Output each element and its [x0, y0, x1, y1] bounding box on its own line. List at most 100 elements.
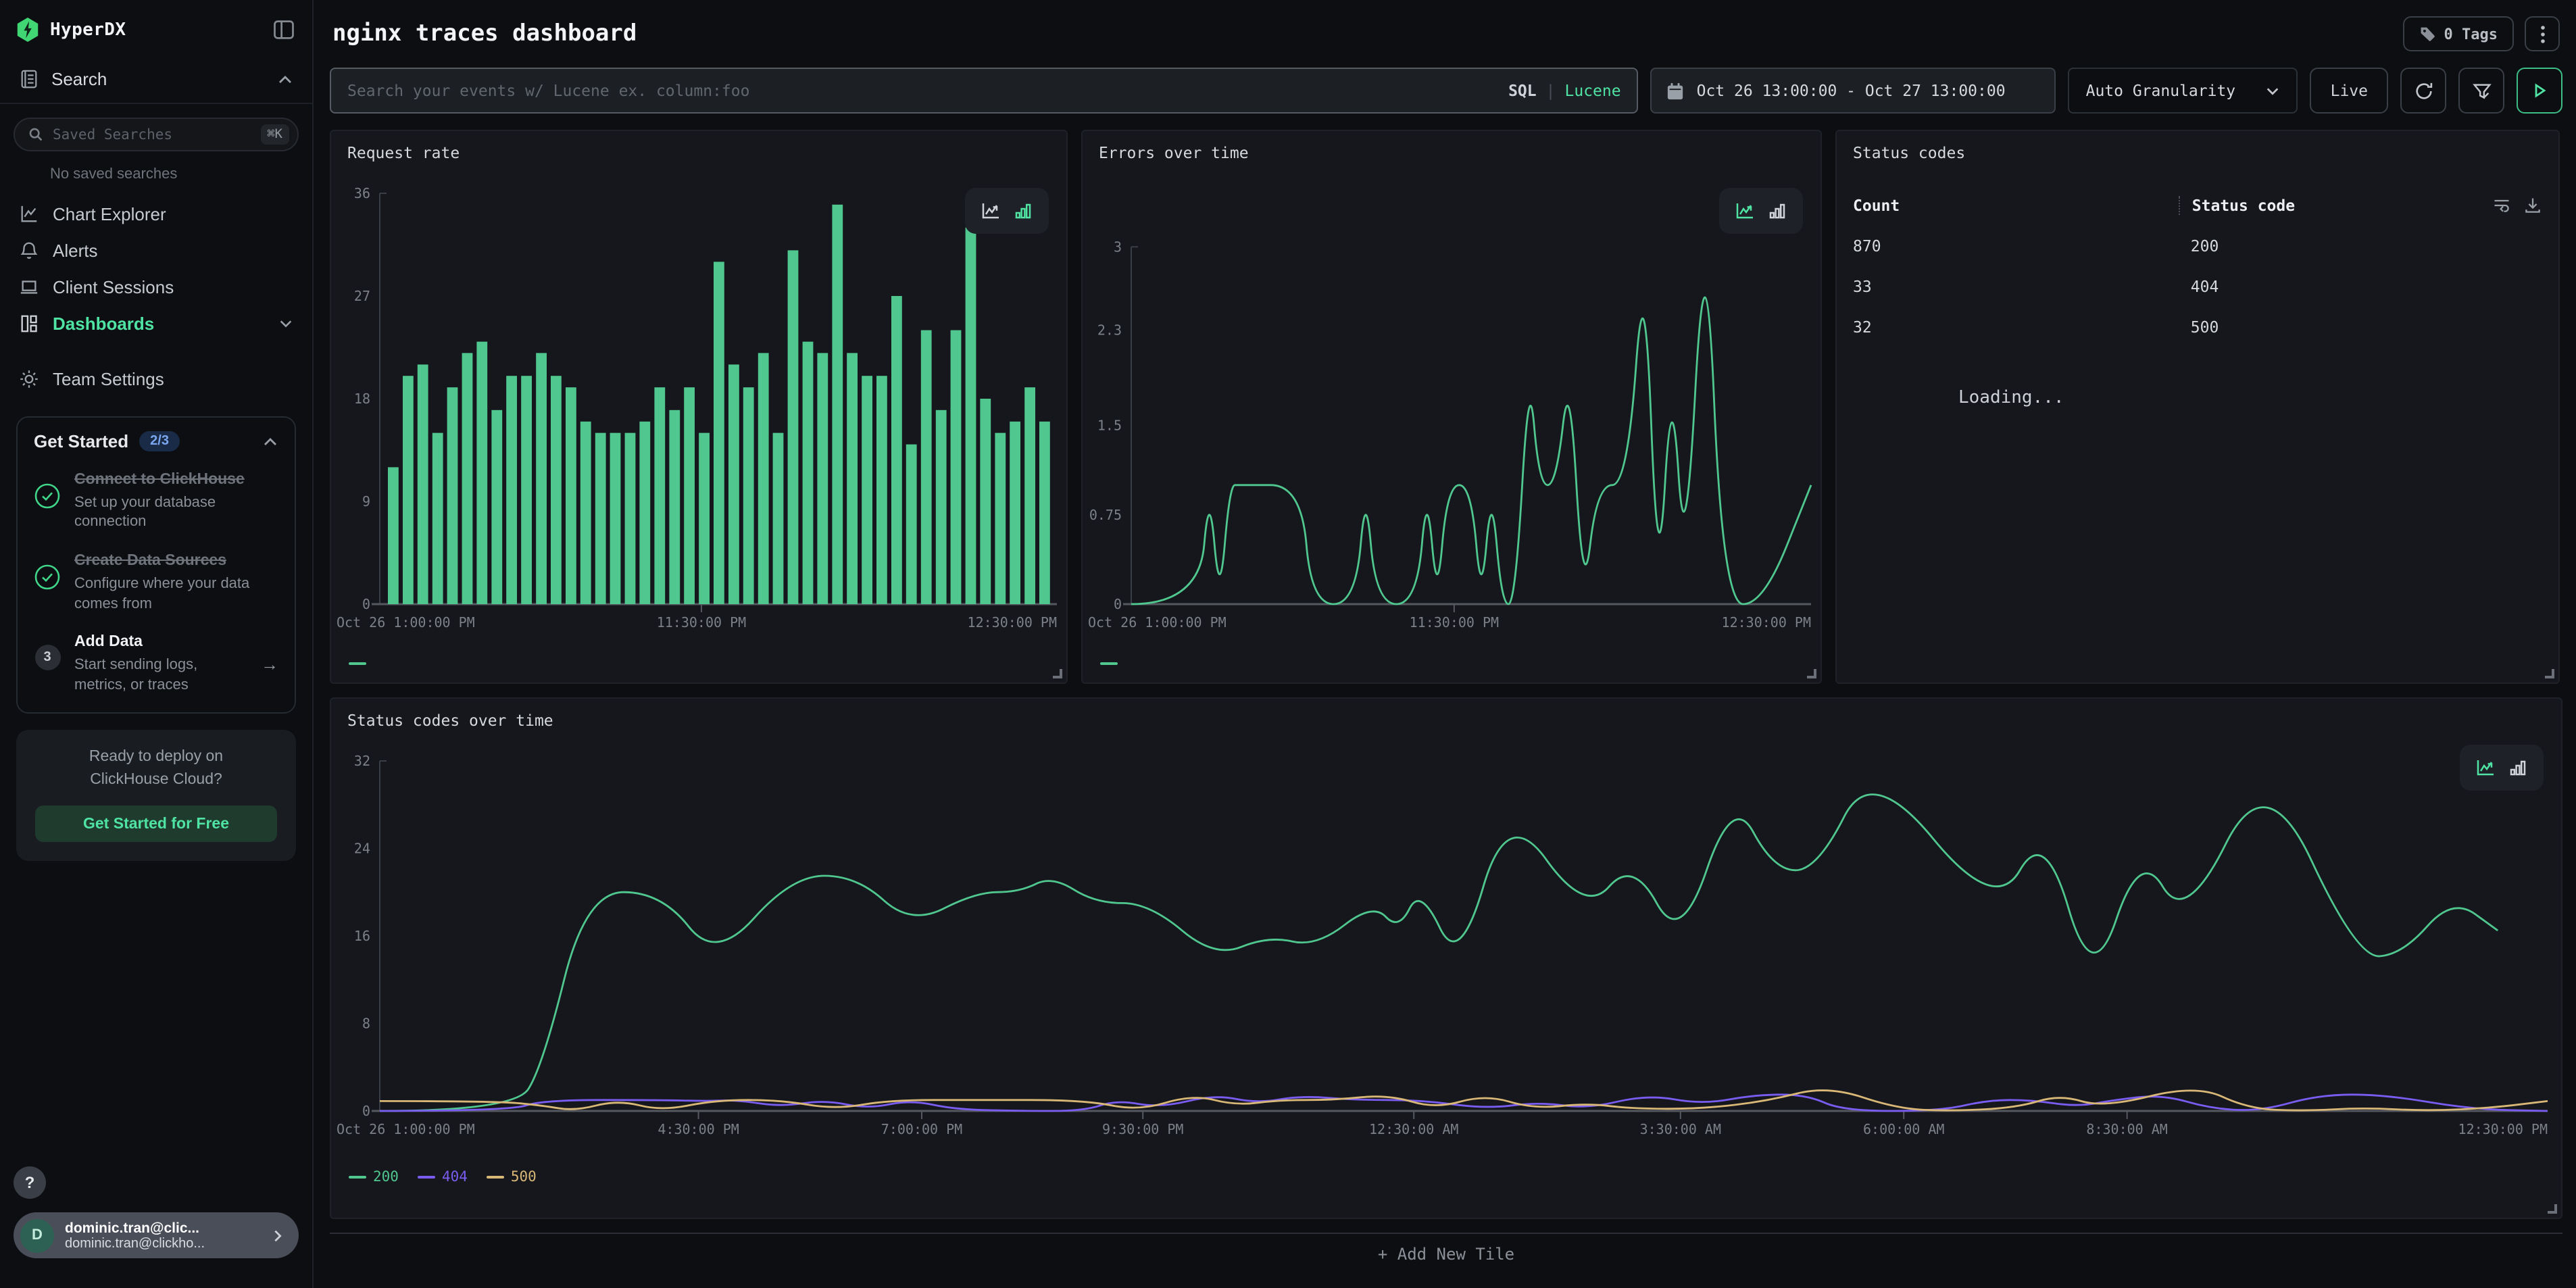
panel-resize-handle[interactable] [2545, 669, 2554, 678]
chart-legend [1100, 662, 1118, 665]
request-rate-panel: Request rate 09182736Oct 26 1:00:00 PM11… [330, 130, 1068, 684]
user-info: dominic.tran@clic... dominic.tran@clickh… [65, 1220, 259, 1251]
panel-resize-handle[interactable] [2548, 1204, 2557, 1214]
granularity-select[interactable]: Auto Granularity [2069, 68, 2298, 114]
toggle-line-icon-active[interactable] [2472, 754, 2499, 781]
get-started-header[interactable]: Get Started 2/3 [34, 431, 278, 451]
run-query-button[interactable] [2517, 68, 2562, 114]
svg-text:4:30:00 PM: 4:30:00 PM [658, 1121, 739, 1137]
main-content: nginx traces dashboard 0 Tags S [314, 0, 2576, 1288]
svg-text:16: 16 [354, 928, 370, 944]
sidebar-section-search[interactable]: Search [0, 55, 312, 104]
event-search-input[interactable]: Search your events w/ Lucene ex. column:… [330, 68, 1639, 114]
get-started-title: Get Started [34, 431, 128, 451]
chart-type-toggle [1719, 188, 1803, 234]
user-menu[interactable]: D dominic.tran@clic... dominic.tran@clic… [14, 1212, 299, 1258]
svg-text:11:30:00 PM: 11:30:00 PM [1410, 614, 1499, 630]
chart-line-icon [19, 204, 39, 224]
hyperdx-logo-icon [16, 18, 39, 42]
app-title: HyperDX [50, 20, 261, 40]
toggle-bar-icon[interactable] [2504, 754, 2531, 781]
logo-row: HyperDX [0, 0, 312, 55]
table-row[interactable]: 33404 [1853, 266, 2542, 307]
svg-text:12:30:00 PM: 12:30:00 PM [2458, 1121, 2548, 1137]
dashboard-menu-button[interactable] [2525, 16, 2560, 51]
get-started-item-title: Add Data [74, 633, 247, 654]
sidebar-item-label: Dashboards [53, 314, 265, 334]
sidebar-item-client-sessions[interactable]: Client Sessions [0, 269, 312, 305]
panel-resize-handle[interactable] [1053, 669, 1062, 678]
sidebar-item-chart-explorer[interactable]: Chart Explorer [0, 196, 312, 232]
request-rate-chart: 09182736Oct 26 1:00:00 PM11:30:00 PM12:3… [331, 131, 1066, 683]
kebab-menu-icon [2540, 25, 2544, 43]
refresh-button[interactable] [2400, 68, 2446, 114]
table-row[interactable]: 32500 [1853, 307, 2542, 347]
cell-count: 870 [1853, 237, 2191, 255]
toggle-bar-icon-active[interactable] [1010, 197, 1037, 224]
add-new-tile-button[interactable]: + Add New Tile [330, 1233, 2562, 1264]
live-button[interactable]: Live [2310, 68, 2388, 114]
chevron-up-icon [262, 433, 278, 449]
svg-text:32: 32 [354, 753, 370, 769]
help-button[interactable]: ? [14, 1166, 46, 1199]
saved-searches-input[interactable]: Saved Searches ⌘K [14, 118, 299, 151]
gear-icon [19, 369, 39, 389]
get-started-item[interactable]: 3Add DataStart sending logs, metrics, or… [34, 633, 278, 695]
toggle-line-icon[interactable] [977, 197, 1004, 224]
svg-text:27: 27 [354, 288, 370, 304]
search-icon [28, 127, 43, 142]
arrow-right-icon: → [261, 654, 278, 674]
toggle-bar-icon[interactable] [1764, 197, 1791, 224]
errors-over-time-panel: Errors over time 00.751.52.33Oct 26 1:00… [1081, 130, 1822, 684]
column-header-status-code[interactable]: Status code [2179, 196, 2492, 215]
get-started-free-button[interactable]: Get Started for Free [35, 806, 277, 842]
get-started-card: Get Started 2/3 Connect to ClickHouseSet… [16, 416, 296, 713]
sidebar: HyperDX Search Saved Searches ⌘K No save… [0, 0, 314, 1288]
tags-button[interactable]: 0 Tags [2404, 16, 2515, 51]
lucene-mode-button[interactable]: Lucene [1565, 81, 1621, 100]
wrap-rows-icon[interactable] [2492, 196, 2511, 215]
legend-swatch [349, 1176, 366, 1179]
hyperdx-app: HyperDX Search Saved Searches ⌘K No save… [0, 0, 2576, 1288]
svg-text:6:00:00 AM: 6:00:00 AM [1863, 1121, 1944, 1137]
svg-text:1.5: 1.5 [1097, 418, 1122, 434]
table-row[interactable]: 870200 [1853, 226, 2542, 266]
toggle-line-icon-active[interactable] [1731, 197, 1758, 224]
get-started-item-title: Create Data Sources [74, 551, 278, 572]
loading-text: Loading... [1958, 388, 2064, 408]
dashboard-icon [19, 314, 39, 334]
page-title: nginx traces dashboard [332, 20, 2404, 47]
get-started-items: Connect to ClickHouseSet up your databas… [34, 470, 278, 695]
panel-resize-handle[interactable] [1807, 669, 1816, 678]
legend-item[interactable] [349, 662, 366, 665]
legend-label: 404 [442, 1169, 468, 1185]
legend-item-500[interactable]: 500 [487, 1169, 537, 1185]
status-codes-over-time-panel: Status codes over time 08162432Oct 26 1:… [330, 697, 2562, 1219]
chart-type-toggle [965, 188, 1049, 234]
download-icon[interactable] [2523, 196, 2542, 215]
chart-legend: 200 404 500 [349, 1169, 537, 1185]
query-language-switch: SQL | Lucene [1508, 81, 1621, 100]
sidebar-item-label: Team Settings [53, 369, 293, 389]
svg-text:24: 24 [354, 841, 370, 857]
errors-over-time-chart: 00.751.52.33Oct 26 1:00:00 PM11:30:00 PM… [1083, 131, 1820, 683]
svg-text:11:30:00 PM: 11:30:00 PM [657, 614, 746, 630]
sidebar-collapse-icon[interactable] [272, 18, 296, 42]
legend-item-200[interactable]: 200 [349, 1169, 399, 1185]
avatar: D [20, 1218, 54, 1252]
check-circle-icon [34, 470, 61, 532]
sidebar-item-dashboards[interactable]: Dashboards [0, 305, 312, 342]
column-header-count[interactable]: Count [1853, 196, 2191, 215]
header-actions: 0 Tags [2404, 16, 2560, 51]
sidebar-item-team-settings[interactable]: Team Settings [0, 361, 312, 397]
legend-item-404[interactable]: 404 [418, 1169, 468, 1185]
legend-item[interactable] [1100, 662, 1118, 665]
get-started-item[interactable]: Connect to ClickHouseSet up your databas… [34, 470, 278, 532]
date-range-picker[interactable]: Oct 26 13:00:00 - Oct 27 13:00:00 [1651, 68, 2056, 114]
svg-text:0: 0 [362, 1103, 370, 1119]
cell-status-code: 404 [2191, 277, 2542, 296]
get-started-item[interactable]: Create Data SourcesConfigure where your … [34, 551, 278, 614]
filter-button[interactable] [2458, 68, 2504, 114]
sidebar-item-alerts[interactable]: Alerts [0, 232, 312, 269]
sql-mode-button[interactable]: SQL [1508, 81, 1537, 100]
